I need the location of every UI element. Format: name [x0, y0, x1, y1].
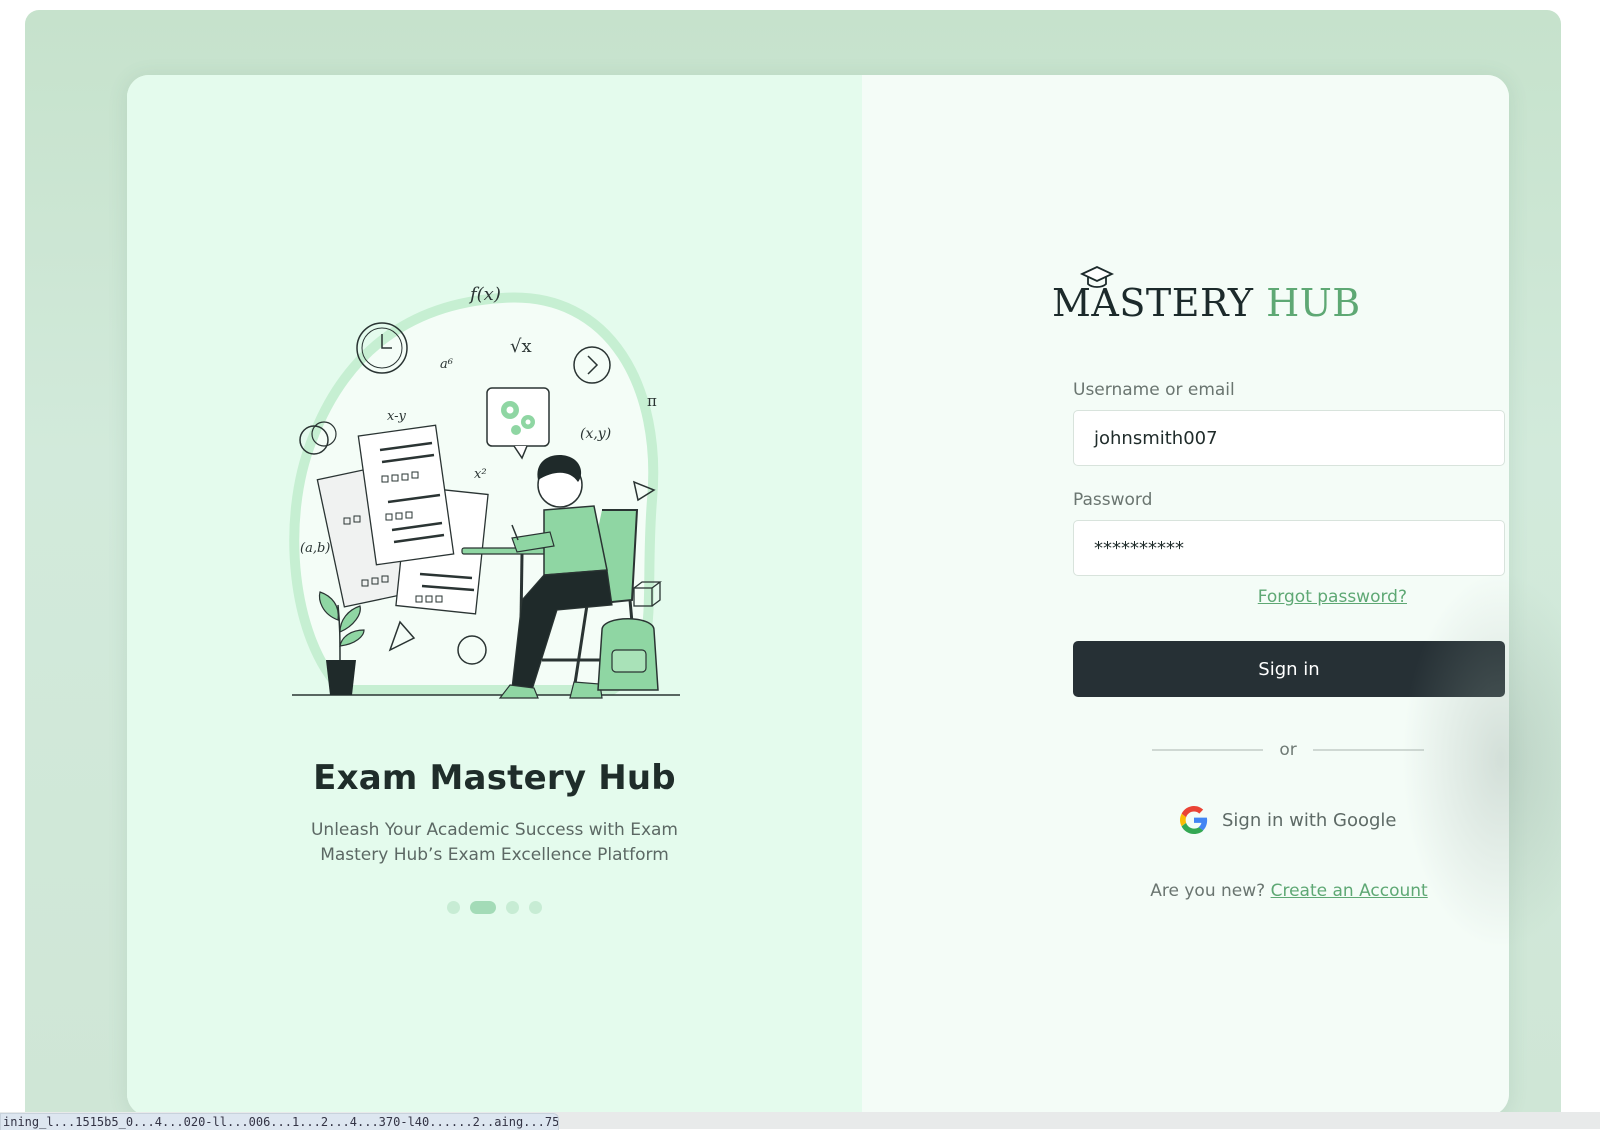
hero-title: Exam Mastery Hub: [313, 758, 676, 798]
sign-in-label: Sign in: [1258, 658, 1320, 680]
create-account-row: Are you new? Create an Account: [1073, 881, 1505, 901]
username-input[interactable]: johnsmith007: [1073, 410, 1505, 466]
status-url-text: ining_l...1515b5_0...4...020-ll...006...…: [0, 1113, 559, 1130]
username-label: Username or email: [1073, 380, 1235, 400]
logo-text-mastery: MASTERY: [1052, 281, 1254, 325]
logo-text-hub: HUB: [1266, 281, 1361, 325]
new-user-prompt: Are you new?: [1150, 881, 1266, 901]
svg-text:(a,b): (a,b): [300, 541, 330, 556]
forgot-password-link[interactable]: Forgot password?: [1258, 587, 1407, 607]
student-exam-illustration: f(x) √x a⁶ x-y (x,y) π x² (a,b): [289, 284, 680, 699]
password-input[interactable]: **********: [1073, 520, 1505, 576]
svg-text:(x,y): (x,y): [580, 426, 611, 442]
hero-subtitle: Unleash Your Academic Success with Exam …: [310, 820, 678, 865]
login-card: f(x) √x a⁶ x-y (x,y) π x² (a,b) Exam Mas…: [127, 75, 1509, 1116]
svg-text:a⁶: a⁶: [440, 357, 453, 372]
username-value: johnsmith007: [1094, 427, 1218, 449]
sign-in-button[interactable]: Sign in: [1073, 641, 1505, 697]
page-background: f(x) √x a⁶ x-y (x,y) π x² (a,b) Exam Mas…: [25, 10, 1561, 1129]
or-label: or: [1279, 740, 1297, 760]
svg-text:x-y: x-y: [387, 409, 406, 424]
password-label: Password: [1073, 490, 1153, 510]
divider-line-right: [1312, 749, 1425, 751]
google-icon: [1180, 806, 1208, 834]
mastery-hub-logo: MASTERY HUB: [1052, 265, 1360, 335]
or-divider: or: [1152, 740, 1425, 760]
password-value: **********: [1094, 537, 1184, 559]
carousel-indicators: [127, 901, 862, 914]
svg-text:f(x): f(x): [468, 284, 501, 305]
login-panel: MASTERY HUB Username or email johnsmith0…: [862, 75, 1509, 1116]
svg-text:√x: √x: [510, 336, 532, 357]
create-account-link[interactable]: Create an Account: [1271, 881, 1428, 901]
google-sign-in-button[interactable]: Sign in with Google: [1180, 806, 1397, 834]
divider-line-left: [1152, 749, 1264, 751]
carousel-dot-2[interactable]: [470, 901, 496, 914]
carousel-dot-4[interactable]: [529, 901, 542, 914]
svg-text:π: π: [647, 392, 657, 410]
carousel-dot-3[interactable]: [506, 901, 519, 914]
svg-text:x²: x²: [474, 467, 487, 482]
hero-panel: f(x) √x a⁶ x-y (x,y) π x² (a,b) Exam Mas…: [127, 75, 862, 1116]
google-sign-in-label: Sign in with Google: [1222, 809, 1397, 831]
carousel-dot-1[interactable]: [447, 901, 460, 914]
